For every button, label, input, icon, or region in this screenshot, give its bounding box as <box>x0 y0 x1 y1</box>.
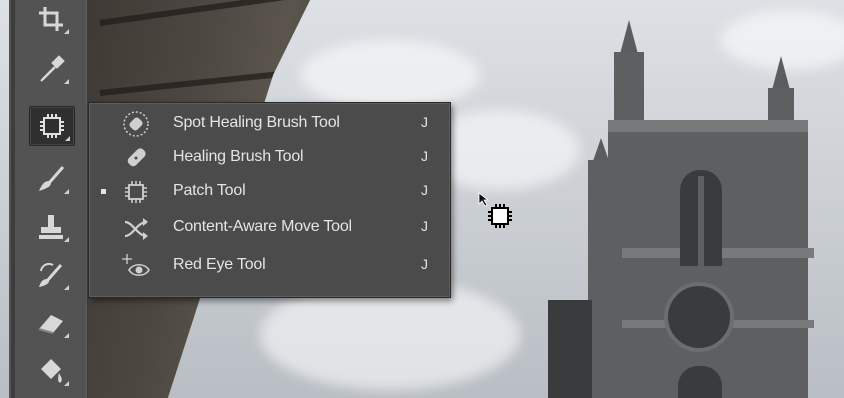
menu-item-label: Red Eye Tool <box>173 256 266 273</box>
content-aware-move-icon <box>124 218 148 240</box>
spot-healing-brush-icon <box>123 111 149 137</box>
menu-item-label: Patch Tool <box>173 182 246 199</box>
menu-item-healing-brush-tool[interactable]: Healing Brush Tool J <box>89 141 450 175</box>
clone-stamp-icon <box>39 215 63 239</box>
menu-item-shortcut: J <box>421 218 428 234</box>
menu-item-label: Content-Aware Move Tool <box>173 218 352 235</box>
menu-item-label: Spot Healing Brush Tool <box>173 114 340 131</box>
menu-item-label: Healing Brush Tool <box>173 148 304 165</box>
eraser-icon <box>38 315 63 334</box>
history-brush-tool-button[interactable] <box>29 256 73 294</box>
menu-item-spot-healing-brush-tool[interactable]: Spot Healing Brush Tool J <box>89 107 450 141</box>
selected-indicator <box>101 189 106 194</box>
church-tower <box>548 20 818 398</box>
crop-tool-button[interactable] <box>29 0 73 38</box>
menu-item-shortcut: J <box>421 148 428 164</box>
clone-stamp-tool-button[interactable] <box>29 208 73 246</box>
eyedropper-tool-button[interactable] <box>29 50 73 88</box>
menu-item-patch-tool[interactable]: Patch Tool J <box>89 175 450 209</box>
menu-item-shortcut: J <box>421 182 428 198</box>
mouse-cursor-patch-icon <box>478 192 512 228</box>
paint-bucket-icon <box>41 359 62 383</box>
menu-item-content-aware-move-tool[interactable]: Content-Aware Move Tool J <box>89 211 450 245</box>
tools-panel <box>9 0 88 398</box>
healing-brush-icon <box>127 148 146 167</box>
patch-icon <box>125 181 147 203</box>
healing-tools-flyout-menu: Spot Healing Brush Tool J Healing Brush … <box>88 102 451 298</box>
patch-icon <box>40 114 64 138</box>
red-eye-icon <box>122 254 150 277</box>
patch-tool-button[interactable] <box>29 106 75 146</box>
menu-item-shortcut: J <box>421 114 428 130</box>
brush-tool-button[interactable] <box>29 160 73 198</box>
crop-icon <box>39 7 63 31</box>
menu-item-red-eye-tool[interactable]: Red Eye Tool J <box>89 249 450 283</box>
cloud <box>300 40 480 110</box>
eraser-tool-button[interactable] <box>29 304 73 342</box>
brush-icon <box>39 166 65 191</box>
menu-item-shortcut: J <box>421 256 428 272</box>
eyedropper-icon <box>40 55 65 82</box>
history-brush-icon <box>39 262 63 287</box>
paint-bucket-tool-button[interactable] <box>29 352 73 390</box>
